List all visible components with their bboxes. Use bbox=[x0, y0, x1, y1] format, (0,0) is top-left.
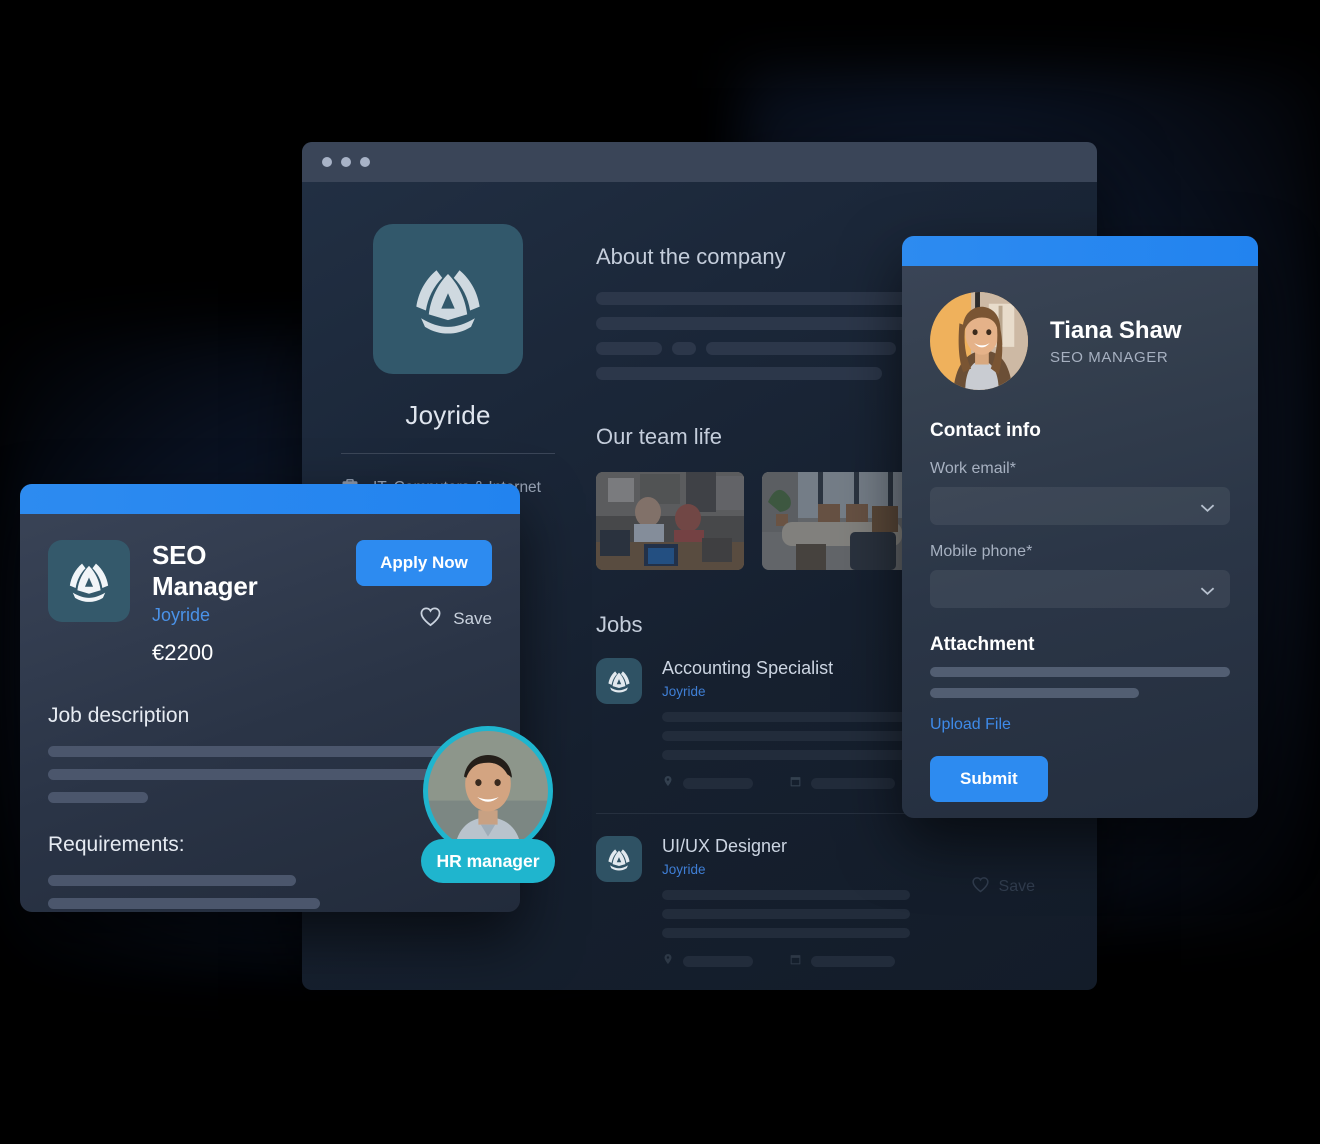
window-dot-close[interactable] bbox=[322, 157, 332, 167]
job-location-meta bbox=[662, 952, 753, 971]
about-skeleton-chip bbox=[596, 342, 662, 355]
job-location-skeleton bbox=[683, 778, 753, 789]
team-photo-meeting-room[interactable] bbox=[762, 472, 910, 570]
heart-icon bbox=[419, 606, 442, 632]
work-email-field[interactable] bbox=[930, 487, 1230, 525]
job-item-company: Joyride bbox=[662, 862, 706, 877]
job-item-title: UI/UX Designer bbox=[662, 836, 788, 856]
job-skeleton-line bbox=[662, 750, 910, 760]
job-skeleton-line bbox=[662, 731, 910, 741]
job-detail-company[interactable]: Joyride bbox=[152, 605, 318, 626]
location-pin-icon bbox=[662, 774, 674, 793]
attachment-skeleton bbox=[930, 688, 1139, 698]
job-description-title: Job description bbox=[48, 704, 190, 727]
job-description-skeleton bbox=[48, 792, 148, 803]
contact-form-body: Tiana Shaw SEO MANAGER Contact info Work… bbox=[902, 266, 1258, 802]
submit-button[interactable]: Submit bbox=[930, 756, 1048, 802]
team-photo-office-desks[interactable] bbox=[596, 472, 744, 570]
joyride-logo-icon bbox=[373, 224, 523, 374]
mobile-phone-field[interactable] bbox=[930, 570, 1230, 608]
recruiter-name: Tiana Shaw bbox=[1050, 316, 1182, 344]
job-detail-price: €2200 bbox=[152, 640, 214, 665]
job-skeleton-line bbox=[662, 712, 910, 722]
job-requirements-skeleton bbox=[48, 875, 296, 886]
attachment-heading: Attachment bbox=[930, 634, 1035, 655]
about-skeleton-line bbox=[596, 317, 912, 330]
job-date-skeleton bbox=[811, 956, 895, 967]
apply-now-button[interactable]: Apply Now bbox=[356, 540, 492, 586]
job-save-ghost-label: Save bbox=[998, 878, 1035, 895]
about-skeleton-chip bbox=[672, 342, 696, 355]
hr-manager-avatar-ring bbox=[423, 726, 553, 856]
chevron-down-icon[interactable] bbox=[1200, 583, 1215, 601]
window-dot-maximize[interactable] bbox=[360, 157, 370, 167]
joyride-logo-icon bbox=[48, 540, 130, 622]
work-email-label: Work email* bbox=[930, 460, 1016, 477]
about-skeleton-line bbox=[596, 367, 882, 380]
job-skeleton-line bbox=[662, 890, 910, 900]
chevron-down-icon[interactable] bbox=[1200, 500, 1215, 518]
hr-manager-label: HR manager bbox=[421, 839, 555, 883]
job-skeleton-line bbox=[662, 928, 910, 938]
save-button[interactable]: Save bbox=[340, 606, 492, 632]
recruiter-profile: Tiana Shaw SEO MANAGER bbox=[930, 292, 1230, 390]
browser-titlebar bbox=[302, 142, 1097, 182]
job-item-meta bbox=[662, 952, 1097, 971]
job-date-meta bbox=[789, 953, 895, 971]
contact-info-heading: Contact info bbox=[930, 420, 1041, 441]
job-location-skeleton bbox=[683, 956, 753, 967]
job-item-body: UI/UX Designer Joyride bbox=[662, 836, 1097, 971]
calendar-icon bbox=[789, 953, 802, 971]
company-name: Joyride bbox=[405, 400, 491, 430]
attachment-skeleton bbox=[930, 667, 1230, 677]
upload-file-link[interactable]: Upload File bbox=[930, 716, 1011, 734]
joyride-logo-icon bbox=[596, 836, 642, 882]
job-requirements-skeleton bbox=[48, 898, 320, 909]
save-button-label: Save bbox=[453, 609, 492, 628]
job-detail-header: SEO Manager Joyride €2200 Apply Now Save bbox=[48, 540, 492, 666]
joyride-logo-icon bbox=[596, 658, 642, 704]
card-accent-bar bbox=[20, 484, 520, 514]
location-pin-icon bbox=[662, 952, 674, 971]
contact-form-card: Tiana Shaw SEO MANAGER Contact info Work… bbox=[902, 236, 1258, 818]
page-title: SEO Manager bbox=[152, 540, 258, 601]
job-list-item[interactable]: UI/UX Designer Joyride bbox=[596, 813, 1097, 990]
sidebar-divider bbox=[341, 453, 555, 454]
window-dot-minimize[interactable] bbox=[341, 157, 351, 167]
recruiter-avatar bbox=[930, 292, 1028, 390]
hr-manager-avatar bbox=[428, 731, 548, 851]
job-save-ghost[interactable]: Save bbox=[971, 876, 1035, 898]
page-root: Joyride IT, Computers & Internet About t… bbox=[0, 0, 1320, 1144]
job-skeleton-line bbox=[662, 909, 910, 919]
calendar-icon bbox=[789, 775, 802, 793]
job-date-meta bbox=[789, 775, 895, 793]
mobile-phone-label: Mobile phone* bbox=[930, 543, 1033, 560]
job-detail-actions: Apply Now Save bbox=[340, 540, 492, 666]
card-accent-bar bbox=[902, 236, 1258, 266]
about-skeleton-chip bbox=[706, 342, 896, 355]
heart-icon bbox=[971, 876, 990, 898]
job-date-skeleton bbox=[811, 778, 895, 789]
job-location-meta bbox=[662, 774, 753, 793]
recruiter-text: Tiana Shaw SEO MANAGER bbox=[1050, 317, 1182, 366]
job-detail-titles: SEO Manager Joyride €2200 bbox=[152, 540, 318, 666]
about-skeleton-line bbox=[596, 292, 912, 305]
recruiter-role: SEO MANAGER bbox=[1050, 348, 1169, 366]
hr-manager-badge[interactable]: HR manager bbox=[421, 726, 555, 883]
